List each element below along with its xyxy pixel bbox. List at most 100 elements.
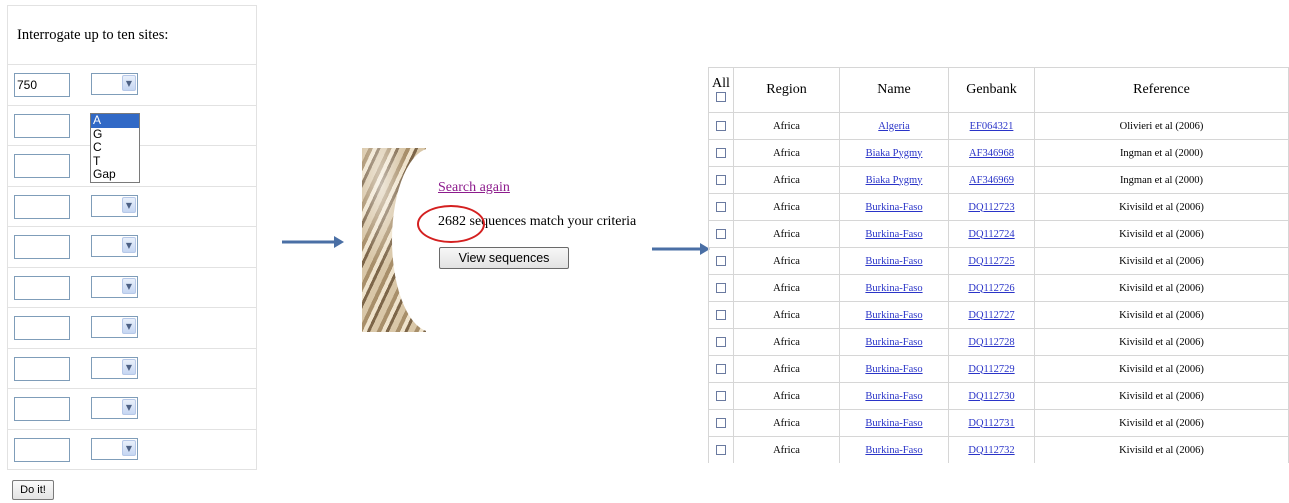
table-row: Africa Burkina-Faso DQ112724 Kivisild et al… — [708, 220, 1289, 248]
genbank-link[interactable]: DQ112725 — [968, 256, 1014, 267]
genbank-link[interactable]: AF346969 — [969, 175, 1014, 186]
name-link[interactable]: Burkina-Faso — [865, 391, 922, 402]
genbank-link[interactable]: DQ112723 — [968, 202, 1014, 213]
position-input[interactable] — [14, 316, 70, 340]
site-cell: ▼ — [7, 266, 257, 308]
name-link[interactable]: Biaka Pygmy — [866, 148, 923, 159]
row-checkbox[interactable] — [716, 148, 726, 159]
name-link[interactable]: Biaka Pygmy — [866, 175, 923, 186]
genbank-link[interactable]: DQ112732 — [968, 445, 1014, 456]
genbank-cell: DQ112726 — [948, 274, 1035, 302]
position-input[interactable] — [14, 235, 70, 259]
base-select[interactable]: ▼ — [91, 437, 138, 460]
row-checkbox[interactable] — [716, 283, 726, 294]
site-query-table: Interrogate up to ten sites: ▼▼▼▼▼▼▼▼▼▼ — [7, 5, 257, 470]
view-sequences-button[interactable]: View sequences — [439, 247, 569, 269]
genbank-link[interactable]: DQ112730 — [968, 391, 1014, 402]
base-select[interactable]: ▼ — [91, 397, 138, 419]
select-all-checkbox[interactable] — [716, 91, 726, 102]
base-select[interactable]: ▼ — [91, 316, 138, 338]
do-it-button[interactable]: Do it! — [12, 480, 54, 500]
genbank-link[interactable]: AF346968 — [969, 148, 1014, 159]
name-link[interactable]: Burkina-Faso — [865, 364, 922, 375]
arrow-right-icon — [282, 236, 344, 248]
base-dropdown-list[interactable]: A G C T Gap — [90, 113, 140, 183]
position-input[interactable] — [14, 154, 70, 178]
row-checkbox[interactable] — [716, 175, 726, 186]
row-checkbox[interactable] — [716, 364, 726, 375]
results-panel: All Region Name Genbank Reference Africa… — [708, 67, 1289, 463]
chevron-down-icon[interactable]: ▼ — [122, 439, 136, 456]
name-link[interactable]: Burkina-Faso — [865, 337, 922, 348]
name-link[interactable]: Burkina-Faso — [865, 445, 922, 456]
select-cell — [708, 139, 734, 167]
name-cell: Burkina-Faso — [839, 193, 949, 221]
row-checkbox[interactable] — [716, 121, 726, 132]
table-row: Africa Algeria EF064321 Olivieri et al (200… — [708, 112, 1289, 140]
reference-cell: Kivisild et al (2006) — [1034, 220, 1289, 248]
row-checkbox[interactable] — [716, 256, 726, 267]
search-again-link[interactable]: Search again — [438, 180, 510, 196]
header-all: All — [708, 67, 734, 113]
genbank-link[interactable]: DQ112727 — [968, 310, 1014, 321]
dropdown-option[interactable]: C — [91, 141, 139, 155]
chevron-down-icon[interactable]: ▼ — [122, 196, 136, 213]
genbank-link[interactable]: DQ112726 — [968, 283, 1014, 294]
row-checkbox[interactable] — [716, 445, 726, 456]
dropdown-option[interactable]: G — [91, 127, 139, 142]
name-link[interactable]: Burkina-Faso — [865, 202, 922, 213]
position-input[interactable] — [14, 275, 70, 300]
base-select[interactable]: ▼ — [91, 235, 138, 257]
dropdown-option[interactable]: Gap — [91, 168, 139, 182]
chevron-down-icon[interactable]: ▼ — [122, 277, 136, 294]
table-row: Africa Burkina-Faso DQ112731 Kivisild et al… — [708, 409, 1289, 437]
reference-cell: Ingman et al (2000) — [1034, 139, 1289, 167]
genbank-link[interactable]: EF064321 — [970, 121, 1014, 132]
genbank-link[interactable]: DQ112731 — [968, 418, 1014, 429]
site-cell: ▼ — [7, 185, 257, 227]
position-input[interactable] — [14, 356, 70, 381]
header-genbank: Genbank — [948, 67, 1035, 113]
position-input[interactable] — [14, 397, 70, 421]
table-row: Africa Burkina-Faso DQ112732 Kivisild et al… — [708, 436, 1289, 463]
dropdown-option[interactable]: T — [91, 154, 139, 169]
select-cell — [708, 112, 734, 140]
position-input[interactable] — [14, 194, 70, 219]
base-select-open[interactable]: ▼ — [91, 73, 138, 95]
arrow-right-icon — [652, 243, 710, 255]
name-link[interactable]: Burkina-Faso — [865, 229, 922, 240]
name-link[interactable]: Algeria — [878, 121, 910, 132]
name-link[interactable]: Burkina-Faso — [865, 418, 922, 429]
table-row: Africa Biaka Pygmy AF346969 Ingman et al (2… — [708, 166, 1289, 194]
name-link[interactable]: Burkina-Faso — [865, 256, 922, 267]
chevron-down-icon[interactable]: ▼ — [122, 399, 136, 415]
position-input[interactable] — [14, 437, 70, 462]
chevron-down-icon[interactable]: ▼ — [122, 237, 136, 253]
region-cell: Africa — [733, 355, 840, 383]
row-checkbox[interactable] — [716, 202, 726, 213]
results-header-row: All Region Name Genbank Reference — [708, 67, 1289, 113]
row-checkbox[interactable] — [716, 229, 726, 240]
row-checkbox[interactable] — [716, 337, 726, 348]
row-checkbox[interactable] — [716, 418, 726, 429]
genbank-link[interactable]: DQ112729 — [968, 364, 1014, 375]
name-link[interactable]: Burkina-Faso — [865, 283, 922, 294]
base-select[interactable]: ▼ — [91, 194, 138, 217]
row-checkbox[interactable] — [716, 310, 726, 321]
region-cell: Africa — [733, 220, 840, 248]
position-input[interactable] — [14, 113, 70, 138]
position-input[interactable] — [14, 73, 70, 97]
dropdown-option[interactable]: A — [91, 113, 139, 128]
base-select[interactable]: ▼ — [91, 356, 138, 379]
base-select[interactable]: ▼ — [91, 275, 138, 298]
region-cell: Africa — [733, 301, 840, 329]
row-checkbox[interactable] — [716, 391, 726, 402]
region-cell: Africa — [733, 193, 840, 221]
chevron-down-icon[interactable]: ▼ — [122, 358, 136, 375]
genbank-link[interactable]: DQ112724 — [968, 229, 1014, 240]
genbank-link[interactable]: DQ112728 — [968, 337, 1014, 348]
highlight-circle — [417, 205, 485, 243]
chevron-down-icon[interactable]: ▼ — [122, 75, 136, 91]
chevron-down-icon[interactable]: ▼ — [122, 318, 136, 334]
name-link[interactable]: Burkina-Faso — [865, 310, 922, 321]
